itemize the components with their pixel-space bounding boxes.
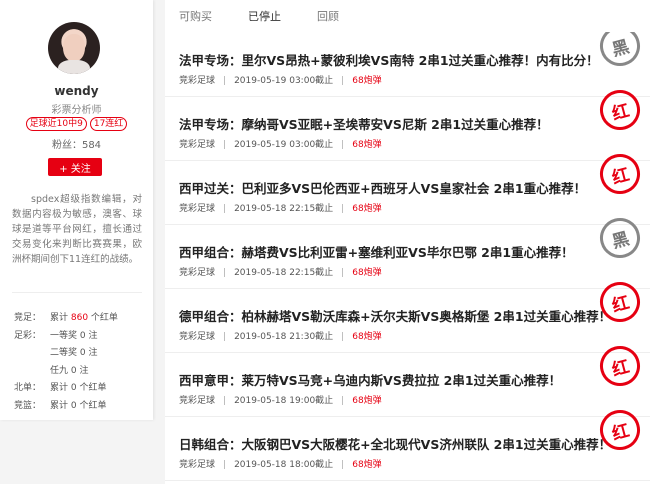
meta-separator: | xyxy=(341,396,345,406)
item-meta: 竞彩足球 | 2019-05-18 22:15截止 | 68炮弹 xyxy=(179,201,382,214)
recommendation-list: 法甲专场：里尔VS昂热+蒙彼利埃VS南特 2串1过关重心推荐！内有比分！ 竞彩足球… xyxy=(165,32,650,484)
stat-value: 一等奖 0 注 xyxy=(50,330,98,341)
avatar-face xyxy=(63,34,85,62)
item-price: 68炮弹 xyxy=(352,76,382,86)
item-title-link[interactable]: 法甲专场：摩纳哥VS亚眠+圣埃蒂安VS尼斯 2串1过关重心推荐！ xyxy=(179,114,549,133)
stat-row: 二等奖 0 注 xyxy=(14,343,144,361)
stat-label: 北单： xyxy=(14,383,42,394)
stat-count: 860 xyxy=(70,313,89,324)
item-price: 68炮弹 xyxy=(352,268,382,278)
red-streak-badge: 17连红 xyxy=(89,117,128,131)
profile-bio: spdex超级指数编辑，对数据内容极为敏感，澳客、球球是道等平台网红，擅长通过交… xyxy=(12,194,142,265)
list-item[interactable]: 日韩组合：大阪钢巴VS大阪樱花+全北现代VS济州联队 2串1过关重心推荐！ 竞彩足… xyxy=(165,405,650,481)
meta-separator: | xyxy=(223,460,227,470)
item-category: 竞彩足球 xyxy=(179,76,216,86)
item-deadline: 2019-05-18 22:15截止 xyxy=(234,204,334,214)
fans-count: 粉丝：584 xyxy=(51,140,102,151)
item-category: 竞彩足球 xyxy=(179,204,216,214)
item-title-link[interactable]: 西甲意甲：莱万特VS马竞+乌迪内斯VS费拉拉 2串1过关重心推荐！ xyxy=(179,370,561,389)
item-deadline: 2019-05-18 21:30截止 xyxy=(234,332,334,342)
stat-value: 任九 0 注 xyxy=(50,365,89,376)
meta-separator: | xyxy=(223,332,227,342)
stat-label: 竞篮： xyxy=(14,400,42,411)
list-item[interactable]: 西甲组合：赫塔费VS比利亚雷+塞维利亚VS毕尔巴鄂 2串1重心推荐！ 竞彩足球 | 2… xyxy=(165,213,650,289)
loss-stamp-icon: 黑 xyxy=(595,32,645,71)
user-title: 彩票分析师 xyxy=(51,105,102,116)
item-deadline: 2019-05-19 03:00截止 xyxy=(234,140,334,150)
tab-stopped[interactable]: 已停止 xyxy=(248,8,281,24)
stat-value: 二等奖 0 注 xyxy=(50,348,98,359)
meta-separator: | xyxy=(223,76,227,86)
item-meta: 竞彩足球 | 2019-05-18 19:00截止 | 68炮弹 xyxy=(179,393,382,406)
item-deadline: 2019-05-19 03:00截止 xyxy=(234,76,334,86)
list-item[interactable]: 德甲组合：柏林赫塔VS勒沃库森+沃尔夫斯VS奥格斯堡 2串1过关重心推荐！ 竞彩足… xyxy=(165,277,650,353)
meta-separator: | xyxy=(223,204,227,214)
list-item[interactable]: 西甲过关：巴利亚多VS巴伦西亚+西班牙人VS皇家社会 2串1重心推荐！ 竞彩足球 |… xyxy=(165,149,650,225)
item-deadline: 2019-05-18 18:00截止 xyxy=(234,460,334,470)
meta-separator: | xyxy=(223,140,227,150)
item-meta: 竞彩足球 | 2019-05-19 03:00截止 | 68炮弹 xyxy=(179,137,382,150)
list-item[interactable]: 法甲专场：摩纳哥VS亚眠+圣埃蒂安VS尼斯 2串1过关重心推荐！ 竞彩足球 | 201… xyxy=(165,85,650,161)
stat-value: 累计 0 个红单 xyxy=(50,383,107,394)
item-title-link[interactable]: 日韩组合：大阪钢巴VS大阪樱花+全北现代VS济州联队 2串1过关重心推荐！ xyxy=(179,434,611,453)
meta-separator: | xyxy=(341,204,345,214)
tab-bar: 可购买 已停止 回顾 xyxy=(165,0,650,32)
tab-available[interactable]: 可购买 xyxy=(179,8,212,24)
list-item[interactable]: 法甲专场：里尔VS昂热+蒙彼利埃VS南特 2串1过关重心推荐！内有比分！ 竞彩足球… xyxy=(165,32,650,97)
profile-sidebar: wendy 彩票分析师 足球近10中9 17连红 粉丝：584 + 关注 spd… xyxy=(0,0,153,420)
item-price: 68炮弹 xyxy=(352,460,382,470)
streak-badge: 足球近10中9 xyxy=(25,117,87,131)
meta-separator: | xyxy=(341,268,345,278)
stat-value: 累计 860 个红单 xyxy=(50,313,118,324)
item-title-link[interactable]: 德甲组合：柏林赫塔VS勒沃库森+沃尔夫斯VS奥格斯堡 2串1过关重心推荐！ xyxy=(179,306,611,325)
avatar-shirt xyxy=(58,60,90,74)
item-title-link[interactable]: 西甲组合：赫塔费VS比利亚雷+塞维利亚VS毕尔巴鄂 2串1重心推荐！ xyxy=(179,242,574,261)
meta-separator: | xyxy=(341,76,345,86)
stat-row: 竞足： 累计 860 个红单 xyxy=(14,308,144,326)
divider xyxy=(12,292,142,293)
item-price: 68炮弹 xyxy=(352,332,382,342)
item-price: 68炮弹 xyxy=(352,204,382,214)
item-meta: 竞彩足球 | 2019-05-18 21:30截止 | 68炮弹 xyxy=(179,329,382,342)
meta-separator: | xyxy=(223,396,227,406)
item-category: 竞彩足球 xyxy=(179,140,216,150)
item-meta: 竞彩足球 | 2019-05-18 22:15截止 | 68炮弹 xyxy=(179,265,382,278)
meta-separator: | xyxy=(223,268,227,278)
tab-review[interactable]: 回顾 xyxy=(317,8,339,24)
stats-list: 竞足： 累计 860 个红单 足彩： 一等奖 0 注二等奖 0 注任九 0 注北单： 累… xyxy=(14,308,144,413)
item-title-link[interactable]: 西甲过关：巴利亚多VS巴伦西亚+西班牙人VS皇家社会 2串1重心推荐！ xyxy=(179,178,586,197)
stat-label: 竞足： xyxy=(14,313,42,324)
item-price: 68炮弹 xyxy=(352,396,382,406)
username: wendy xyxy=(54,84,99,98)
meta-separator: | xyxy=(341,460,345,470)
item-category: 竞彩足球 xyxy=(179,332,216,342)
meta-separator: | xyxy=(341,332,345,342)
item-category: 竞彩足球 xyxy=(179,396,216,406)
meta-separator: | xyxy=(341,140,345,150)
item-title-link[interactable]: 法甲专场：里尔VS昂热+蒙彼利埃VS南特 2串1过关重心推荐！内有比分！ xyxy=(179,50,599,69)
item-category: 竞彩足球 xyxy=(179,268,216,278)
item-meta: 竞彩足球 | 2019-05-18 18:00截止 | 68炮弹 xyxy=(179,457,382,470)
item-category: 竞彩足球 xyxy=(179,460,216,470)
stat-label: 足彩： xyxy=(14,330,42,341)
stat-row: 足彩： 一等奖 0 注 xyxy=(14,326,144,344)
follow-button[interactable]: + 关注 xyxy=(48,158,102,176)
stat-row: 北单： 累计 0 个红单 xyxy=(14,378,144,396)
stat-row: 竞篮： 累计 0 个红单 xyxy=(14,396,144,414)
list-item[interactable]: 西甲意甲：莱万特VS马竞+乌迪内斯VS费拉拉 2串1过关重心推荐！ 竞彩足球 | 20… xyxy=(165,341,650,417)
item-price: 68炮弹 xyxy=(352,140,382,150)
stat-row: 任九 0 注 xyxy=(14,361,144,379)
stat-value: 累计 0 个红单 xyxy=(50,400,107,411)
item-deadline: 2019-05-18 19:00截止 xyxy=(234,396,334,406)
badge-group: 足球近10中9 17连红 xyxy=(0,117,153,131)
item-meta: 竞彩足球 | 2019-05-19 03:00截止 | 68炮弹 xyxy=(179,73,382,86)
item-deadline: 2019-05-18 22:15截止 xyxy=(234,268,334,278)
avatar[interactable] xyxy=(48,22,100,74)
